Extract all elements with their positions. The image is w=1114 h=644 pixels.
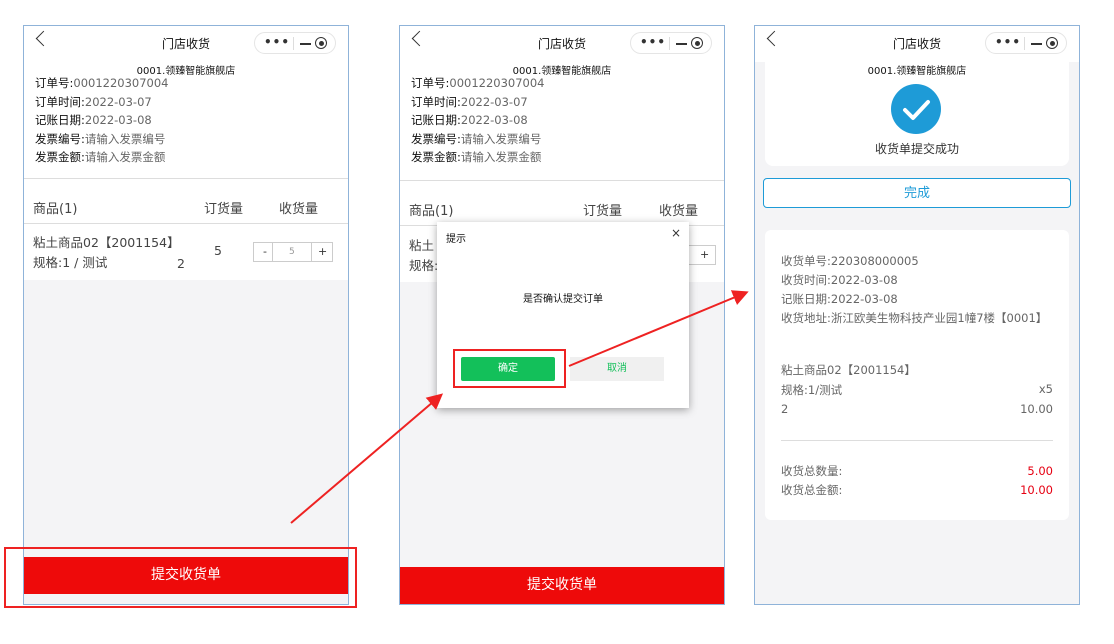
col-order-qty: 订货量: [583, 204, 623, 219]
order-info: 订单号:0001220307004 订单时间:2022-03-07 记账日期:2…: [411, 74, 545, 167]
total-qty-label: 收货总数量:: [781, 464, 843, 478]
capsule-menu: •••: [630, 32, 712, 54]
more-icon[interactable]: •••: [264, 35, 290, 49]
nav-bar: 门店收货 •••: [24, 26, 348, 62]
receipt-time: 收货时间:2022-03-08: [781, 273, 898, 287]
success-message: 收货单提交成功: [874, 142, 959, 156]
quantity-stepper[interactable]: - 5 +: [253, 242, 333, 262]
done-button[interactable]: 完成: [763, 178, 1071, 208]
divider: [311, 243, 312, 261]
invoice-no-label: 发票编号:: [35, 131, 85, 146]
nav-bar: 门店收货 •••: [400, 26, 724, 62]
phone-screen-order-form: 门店收货 ••• 0001.领臻智能旗舰店 订单号:0001220307004 …: [23, 25, 349, 605]
minimize-icon[interactable]: [300, 43, 311, 45]
col-recv-qty: 收货量: [279, 202, 319, 217]
plus-button[interactable]: +: [318, 245, 327, 258]
order-time-label: 订单时间:: [411, 94, 461, 109]
plus-button[interactable]: +: [700, 248, 709, 261]
close-app-icon[interactable]: [315, 37, 327, 49]
acct-date: 2022-03-08: [460, 113, 528, 127]
invoice-amount-input[interactable]: 请输入发票金额: [85, 150, 166, 164]
order-no: 0001220307004: [449, 76, 545, 90]
dialog-title: 提示: [446, 234, 466, 245]
capsule-menu: •••: [985, 32, 1067, 54]
more-icon[interactable]: •••: [640, 35, 666, 49]
item-price: 10.00: [1020, 401, 1053, 416]
divider: [24, 178, 348, 179]
receipt-no: 收货单号:220308000005: [781, 254, 919, 268]
invoice-no-input[interactable]: 请输入发票编号: [461, 132, 542, 146]
total-amount: 10.00: [1020, 483, 1053, 497]
close-app-icon[interactable]: [691, 37, 703, 49]
minimize-icon[interactable]: [676, 43, 687, 45]
check-circle-icon: [891, 84, 941, 134]
receipt-item: 粘土商品02【2001154】 规格:1/测试 2: [781, 361, 916, 420]
order-time: 2022-03-07: [84, 94, 152, 109]
col-recv-qty: 收货量: [659, 204, 699, 219]
highlight-box-confirm: [453, 349, 566, 388]
order-no-label: 订单号:: [35, 76, 74, 90]
receipt-address: 收货地址:浙江欧美生物科技产业园1幢7楼【0001】: [781, 311, 1048, 325]
order-time-label: 订单时间:: [35, 94, 85, 109]
item-unit: 2: [781, 402, 789, 416]
receipt-acct-date: 记账日期:2022-03-08: [781, 292, 898, 306]
cancel-button[interactable]: 取消: [570, 357, 664, 381]
acct-date-label: 记账日期:: [411, 113, 461, 127]
acct-date-label: 记账日期:: [35, 113, 85, 127]
product-name: 粘土商品02【2001154】: [33, 235, 180, 250]
phone-screen-success: 门店收货 ••• 0001.领臻智能旗舰店 收货单提交成功 完成 收货单号:22…: [754, 25, 1080, 605]
divider: [781, 440, 1053, 441]
order-time: 2022-03-07: [460, 94, 528, 109]
item-name: 粘土商品02【2001154】: [781, 363, 916, 377]
capsule-menu: •••: [254, 32, 336, 54]
divider: [24, 223, 348, 224]
receipt-card: 收货单号:220308000005 收货时间:2022-03-08 记账日期:2…: [765, 230, 1069, 520]
order-info: 订单号:0001220307004 订单时间:2022-03-07 记账日期:2…: [35, 74, 169, 167]
more-icon[interactable]: •••: [995, 35, 1021, 49]
invoice-amount-input[interactable]: 请输入发票金额: [461, 150, 542, 164]
acct-date: 2022-03-08: [84, 113, 152, 127]
item-values: x5 10.00: [1020, 380, 1053, 419]
product-spec: 规格:1 / 测试: [33, 255, 108, 270]
item-spec: 规格:1/测试: [781, 382, 843, 397]
phone-screen-confirm: 门店收货 ••• 0001.领臻智能旗舰店 订单号:0001220307004 …: [399, 25, 725, 605]
receipt-info: 收货单号:220308000005 收货时间:2022-03-08 记账日期:2…: [781, 252, 1047, 328]
product-unit-qty: 2: [177, 256, 185, 271]
col-order-qty: 订货量: [204, 202, 244, 217]
product-spec-partial: 规格:: [409, 258, 439, 273]
minus-button[interactable]: -: [263, 245, 267, 258]
invoice-amount-label: 发票金额:: [35, 150, 85, 164]
stepper-value[interactable]: 5: [289, 247, 295, 257]
product-order-qty: 5: [214, 243, 222, 258]
col-goods: 商品(1): [33, 202, 78, 217]
invoice-no-label: 发票编号:: [411, 131, 461, 146]
col-goods: 商品(1): [409, 204, 454, 219]
minimize-icon[interactable]: [1031, 43, 1042, 45]
order-no-label: 订单号:: [411, 76, 450, 90]
dialog-message: 是否确认提交订单: [523, 294, 603, 305]
divider: [400, 180, 724, 181]
totals-values: 5.00 10.00: [1020, 462, 1053, 500]
item-qty: x5: [1038, 382, 1053, 396]
table-header: 商品(1) 订货量 收货量: [400, 188, 724, 224]
total-amount-label: 收货总金额:: [781, 483, 843, 497]
total-qty: 5.00: [1027, 464, 1053, 478]
order-no: 0001220307004: [73, 76, 169, 90]
highlight-box-submit: [4, 547, 357, 608]
table-header: 商品(1) 订货量 收货量: [24, 186, 348, 222]
invoice-amount-label: 发票金额:: [411, 150, 461, 164]
submit-button[interactable]: 提交收货单: [400, 567, 724, 604]
divider: [272, 243, 273, 261]
close-icon[interactable]: ×: [671, 226, 681, 240]
invoice-no-input[interactable]: 请输入发票编号: [85, 132, 166, 146]
close-app-icon[interactable]: [1046, 37, 1058, 49]
success-card: 0001.领臻智能旗舰店 收货单提交成功: [765, 56, 1069, 166]
store-name: 0001.领臻智能旗舰店: [867, 66, 967, 77]
product-name-partial: 粘土: [409, 238, 435, 253]
totals-labels: 收货总数量: 收货总金额:: [781, 462, 842, 500]
